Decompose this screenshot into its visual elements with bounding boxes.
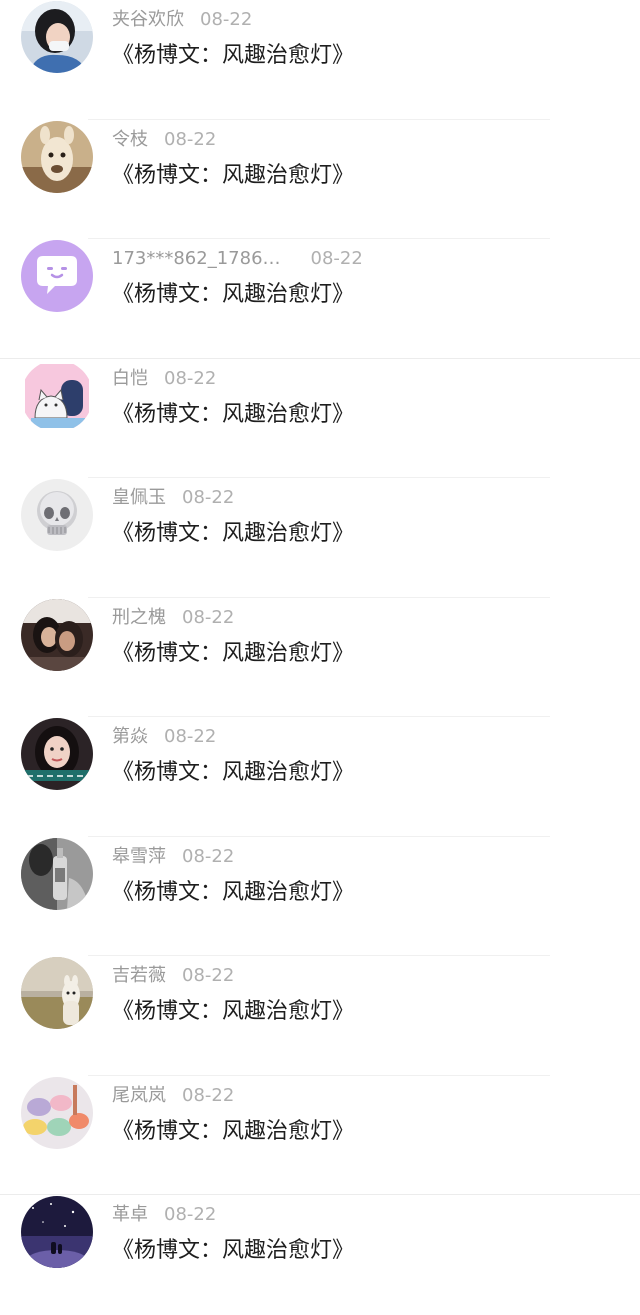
avatar[interactable] xyxy=(21,1196,93,1268)
comment-date: 08-22 xyxy=(182,845,235,867)
list-item[interactable]: 刑之槐 08-22 《杨博文：风趣治愈灯》 xyxy=(0,598,640,717)
alpaca-field-avatar-icon xyxy=(21,957,93,1029)
list-item[interactable]: 令枝 08-22 《杨博文：风趣治愈灯》 xyxy=(0,120,640,239)
avatar[interactable] xyxy=(21,1076,93,1149)
comment-date: 08-22 xyxy=(200,9,253,30)
comment-date: 08-22 xyxy=(164,1204,217,1225)
username[interactable]: 皇佩玉 xyxy=(112,487,166,508)
list-item[interactable]: 173***862_1786… 08-22 《杨博文：风趣治愈灯》 xyxy=(0,239,640,359)
list-item[interactable]: 吉若薇 08-22 《杨博文：风趣治愈灯》 xyxy=(0,956,640,1076)
comment-title[interactable]: 《杨博文：风趣治愈灯》 xyxy=(112,996,354,1028)
candy-avatar-icon xyxy=(21,1076,93,1149)
username[interactable]: 173***862_1786… xyxy=(112,248,281,269)
alpaca-avatar-icon xyxy=(21,120,93,193)
comment-title[interactable]: 《杨博文：风趣治愈灯》 xyxy=(112,40,354,72)
comment-date: 08-22 xyxy=(182,606,235,628)
avatar[interactable] xyxy=(21,1,93,73)
list-item[interactable]: 白恺 08-22 《杨博文：风趣治愈灯》 xyxy=(0,359,640,478)
avatar[interactable] xyxy=(21,718,93,790)
comment-title[interactable]: 《杨博文：风趣治愈灯》 xyxy=(112,877,354,909)
avatar[interactable] xyxy=(21,479,93,551)
avatar[interactable] xyxy=(21,837,93,910)
username[interactable]: 第焱 xyxy=(112,726,148,747)
comment-title[interactable]: 《杨博文：风趣治愈灯》 xyxy=(112,757,354,789)
comment-date: 08-22 xyxy=(310,248,363,269)
comment-date: 08-22 xyxy=(182,1084,235,1106)
username[interactable]: 革卓 xyxy=(112,1204,148,1225)
comment-date: 08-22 xyxy=(164,367,217,389)
avatar[interactable] xyxy=(21,240,93,312)
username[interactable]: 尾岚岚 xyxy=(112,1085,166,1106)
comment-title[interactable]: 《杨博文：风趣治愈灯》 xyxy=(112,1235,354,1267)
grayscale-bottle-avatar-icon xyxy=(21,837,93,910)
starry-night-avatar-icon xyxy=(21,1196,93,1268)
comment-title[interactable]: 《杨博文：风趣治愈灯》 xyxy=(112,518,354,550)
couple-photo-avatar-icon xyxy=(21,598,93,671)
comment-title[interactable]: 《杨博文：风趣治愈灯》 xyxy=(112,279,354,311)
list-item[interactable]: 皇佩玉 08-22 《杨博文：风趣治愈灯》 xyxy=(0,478,640,598)
comment-title[interactable]: 《杨博文：风趣治愈灯》 xyxy=(112,399,354,431)
username[interactable]: 吉若薇 xyxy=(112,965,166,986)
list-item[interactable]: 尾岚岚 08-22 《杨博文：风趣治愈灯》 xyxy=(0,1076,640,1195)
comment-title[interactable]: 《杨博文：风趣治愈灯》 xyxy=(112,160,354,192)
username[interactable]: 夹谷欢欣 xyxy=(112,9,184,30)
comment-date: 08-22 xyxy=(182,965,235,986)
username[interactable]: 令枝 xyxy=(112,129,148,150)
comment-title[interactable]: 《杨博文：风趣治愈灯》 xyxy=(112,638,354,670)
chat-bubble-icon xyxy=(21,240,93,312)
comment-list: 夹谷欢欣 08-22 《杨博文：风趣治愈灯》 令枝 08-22 《杨博文：风趣治愈灯… xyxy=(0,0,640,1280)
username[interactable]: 刑之槐 xyxy=(112,607,166,628)
girl-portrait-avatar-icon xyxy=(21,718,93,790)
cartoon-cat-avatar-icon xyxy=(21,359,93,432)
crystal-skull-avatar-icon xyxy=(21,479,93,551)
comment-title[interactable]: 《杨博文：风趣治愈灯》 xyxy=(112,1116,354,1148)
comment-date: 08-22 xyxy=(164,726,217,747)
avatar[interactable] xyxy=(21,957,93,1029)
girl-with-mask-avatar-icon xyxy=(21,1,93,73)
list-item[interactable]: 皋雪萍 08-22 《杨博文：风趣治愈灯》 xyxy=(0,837,640,956)
avatar[interactable] xyxy=(21,359,93,432)
avatar[interactable] xyxy=(21,598,93,671)
username[interactable]: 皋雪萍 xyxy=(112,846,166,867)
username[interactable]: 白恺 xyxy=(112,368,148,389)
comment-date: 08-22 xyxy=(164,128,217,150)
avatar[interactable] xyxy=(21,120,93,193)
comment-date: 08-22 xyxy=(182,487,235,508)
list-item[interactable]: 夹谷欢欣 08-22 《杨博文：风趣治愈灯》 xyxy=(0,0,640,120)
list-item[interactable]: 革卓 08-22 《杨博文：风趣治愈灯》 xyxy=(0,1195,640,1315)
list-item[interactable]: 第焱 08-22 《杨博文：风趣治愈灯》 xyxy=(0,717,640,837)
